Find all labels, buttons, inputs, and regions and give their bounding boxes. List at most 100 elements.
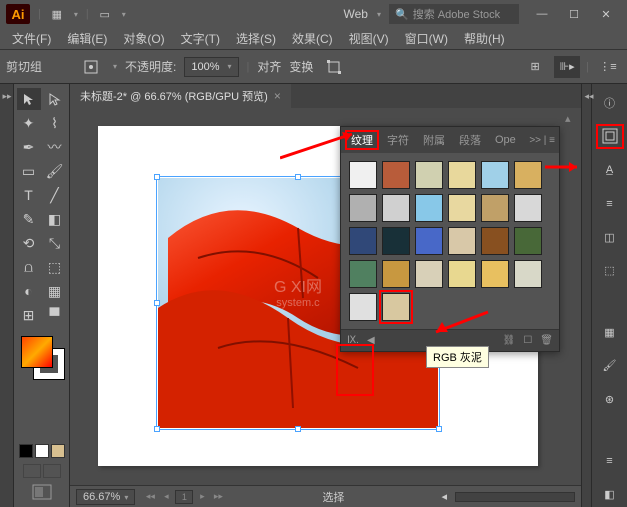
rail-symbol-icon[interactable]: ⊛ [596, 387, 624, 413]
opacity-field[interactable]: 100%▾ [184, 57, 238, 77]
swatch-item[interactable] [448, 227, 476, 255]
panel-menu-icon[interactable]: >> | ≡ [529, 135, 555, 146]
icon-settings[interactable]: ⋮≡ [595, 56, 621, 78]
panel-tab-texture[interactable]: 纹理 [345, 130, 379, 150]
panel-tab-attach[interactable]: 附属 [417, 130, 451, 150]
tool-wand[interactable]: ✦ [17, 112, 41, 134]
menu-edit[interactable]: 编辑(E) [61, 28, 113, 49]
swatch-item[interactable] [448, 194, 476, 222]
tool-rotate[interactable]: ⟲ [17, 232, 41, 254]
tool-shape-builder[interactable]: ◐ [17, 280, 41, 302]
menu-type[interactable]: 文字(T) [175, 28, 226, 49]
tool-pen[interactable]: ✒ [17, 136, 41, 158]
swatch-item[interactable] [415, 194, 443, 222]
rail-char-icon[interactable]: A̲ [596, 157, 624, 183]
menu-window[interactable]: 窗口(W) [399, 28, 454, 49]
swatch-item[interactable] [415, 260, 443, 288]
panel-tab-char[interactable]: 字符 [381, 130, 415, 150]
search-stock[interactable]: 🔍 搜索 Adobe Stock [389, 4, 519, 24]
isolate-icon[interactable] [78, 56, 104, 78]
tool-type[interactable]: T [17, 184, 41, 206]
zoom-field[interactable]: 66.67% ▾ [76, 489, 135, 505]
maximize-button[interactable]: ☐ [559, 3, 589, 25]
rail-libraries-icon[interactable] [596, 124, 624, 150]
swatch-item[interactable] [349, 293, 377, 321]
rail-stroke-icon[interactable]: ≡ [596, 448, 624, 474]
tool-perspective[interactable]: ▦ [43, 280, 67, 302]
rail-transform-icon[interactable]: ⬚ [596, 258, 624, 284]
tool-free-transform[interactable]: ⬚ [43, 256, 67, 278]
tool-width[interactable]: ⩍ [17, 256, 41, 278]
tool-selection[interactable] [17, 88, 41, 110]
menu-effect[interactable]: 效果(C) [286, 28, 339, 49]
swatch-item[interactable] [382, 293, 410, 321]
tool-pencil[interactable]: ✎ [17, 208, 41, 230]
footer-new-icon[interactable]: ☐ [523, 335, 532, 346]
panel-tab-para[interactable]: 段落 [453, 130, 487, 150]
swatch-item[interactable] [514, 161, 542, 189]
rail-swatch-icon[interactable]: ▦ [596, 319, 624, 345]
tool-lasso[interactable]: ⌇ [43, 112, 67, 134]
menu-view[interactable]: 视图(V) [343, 28, 395, 49]
rail-align-icon[interactable]: ≡ [596, 191, 624, 217]
fill-stroke-swatch[interactable] [19, 334, 65, 394]
icon-snap[interactable]: ⊪▸ [554, 56, 580, 78]
transform-icon[interactable] [321, 56, 347, 78]
swatch-item[interactable] [382, 194, 410, 222]
swatch-item[interactable] [514, 227, 542, 255]
footer-prev-icon[interactable]: ◀ [367, 335, 375, 346]
canvas-scroll-up[interactable]: ▴ [565, 112, 579, 126]
close-icon[interactable]: × [274, 89, 281, 103]
icon-grid[interactable]: ⊞ [522, 56, 548, 78]
rail-gradient-icon[interactable]: ◧ [596, 481, 624, 507]
swatch-item[interactable] [415, 161, 443, 189]
tool-scale[interactable]: ⤡ [43, 232, 67, 254]
swatch-item[interactable] [382, 227, 410, 255]
swatch-item[interactable] [481, 260, 509, 288]
bridge-icon[interactable]: ▦ [49, 6, 65, 22]
tool-brush[interactable]: 🖌 [43, 160, 67, 182]
doc-tab[interactable]: 未标题-2* @ 66.67% (RGB/GPU 预览) × [70, 84, 291, 108]
tool-curvature[interactable]: 〰 [43, 136, 67, 158]
transform-link[interactable]: 变换 [289, 58, 313, 75]
swatch-item[interactable] [481, 194, 509, 222]
artboard-nav[interactable]: ◂◂◂ 1 ▸▸▸ [143, 490, 225, 504]
swatch-item[interactable] [415, 227, 443, 255]
align-link[interactable]: 对齐 [257, 58, 281, 75]
swatch-item[interactable] [349, 194, 377, 222]
panel-tab-opentype[interactable]: Ope [489, 132, 522, 148]
tool-rect[interactable]: ▭ [17, 160, 41, 182]
rail-brush-icon[interactable]: 🖌 [596, 353, 624, 379]
tool-line[interactable]: ╱ [43, 184, 67, 206]
tool-gradient[interactable]: ▀ [43, 304, 67, 326]
swatch-item[interactable] [448, 161, 476, 189]
tool-direct-select[interactable] [43, 88, 67, 110]
h-scrollbar[interactable] [455, 492, 575, 502]
rail-pathfinder-icon[interactable]: ◫ [596, 224, 624, 250]
menu-file[interactable]: 文件(F) [6, 28, 57, 49]
tool-mesh[interactable]: ⊞ [17, 304, 41, 326]
arrange-icon[interactable]: ▭ [97, 6, 113, 22]
left-collapse[interactable]: ▸▸ [0, 84, 14, 507]
tool-eraser[interactable]: ◧ [43, 208, 67, 230]
rail-properties-icon[interactable]: ⓘ [596, 90, 624, 116]
menu-select[interactable]: 选择(S) [230, 28, 282, 49]
color-mode-row[interactable] [19, 444, 65, 458]
swatch-item[interactable] [349, 227, 377, 255]
minimize-button[interactable]: — [527, 3, 557, 25]
swatch-item[interactable] [382, 161, 410, 189]
swatch-item[interactable] [349, 161, 377, 189]
menu-object[interactable]: 对象(O) [117, 28, 170, 49]
footer-break-icon[interactable]: ⛓ [503, 335, 516, 346]
screen-mode-btn[interactable] [32, 484, 52, 500]
swatch-item[interactable] [382, 260, 410, 288]
swatch-item[interactable] [481, 227, 509, 255]
swatch-item[interactable] [514, 260, 542, 288]
close-button[interactable]: ✕ [591, 3, 621, 25]
screen-mode[interactable] [23, 464, 61, 478]
scroll-left-icon[interactable]: ◂ [441, 490, 447, 503]
swatch-item[interactable] [448, 260, 476, 288]
workspace-label[interactable]: Web [344, 7, 368, 21]
menu-help[interactable]: 帮助(H) [458, 28, 511, 49]
swatch-item[interactable] [349, 260, 377, 288]
